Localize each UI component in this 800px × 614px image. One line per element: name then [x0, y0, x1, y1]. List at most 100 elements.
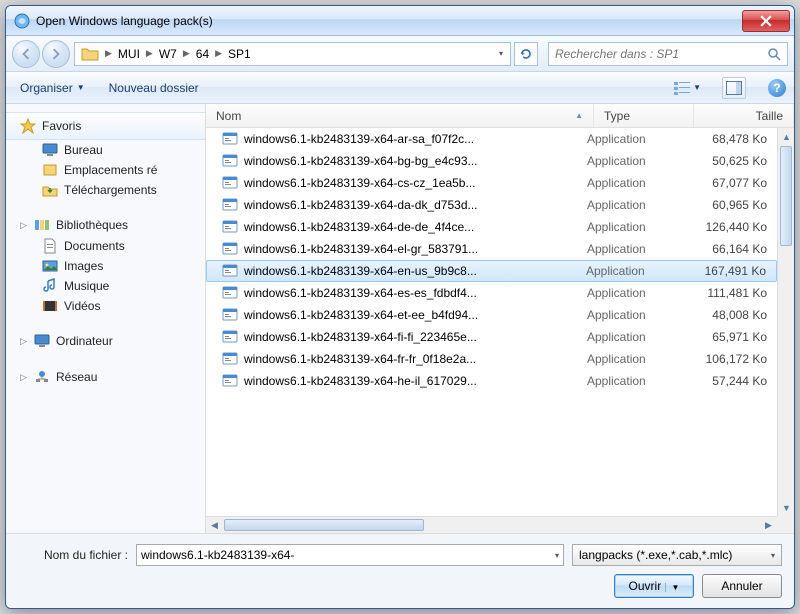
application-icon [222, 197, 238, 213]
file-type: Application [577, 220, 677, 234]
organize-button[interactable]: Organiser ▼ [14, 78, 91, 98]
application-icon [222, 351, 238, 367]
sidebar-item-documents[interactable]: Documents [6, 236, 205, 256]
file-name: windows6.1-kb2483139-x64-el-gr_583791... [244, 242, 577, 256]
search-input[interactable] [555, 47, 767, 61]
file-type: Application [577, 176, 677, 190]
address-bar[interactable]: ▶ MUI ▶ W7 ▶ 64 ▶ SP1 ▾ [74, 42, 511, 66]
scroll-up-arrow-icon[interactable]: ▲ [778, 128, 794, 145]
application-icon [222, 219, 238, 235]
file-name: windows6.1-kb2483139-x64-de-de_4f4ce... [244, 220, 577, 234]
refresh-button[interactable] [514, 42, 538, 66]
file-size: 60,965 Ko [677, 198, 777, 212]
file-name: windows6.1-kb2483139-x64-cs-cz_1ea5b... [244, 176, 577, 190]
chevron-down-icon[interactable]: ▾ [555, 551, 559, 560]
file-type: Application [577, 352, 677, 366]
scroll-left-arrow-icon[interactable]: ◀ [206, 517, 223, 533]
sidebar-group-favorites[interactable]: Favoris [6, 112, 205, 140]
sidebar-item-music[interactable]: Musique [6, 276, 205, 296]
sidebar-group-libraries[interactable]: ▷ Bibliothèques [6, 214, 205, 236]
file-type: Application [576, 264, 676, 278]
horizontal-scrollbar[interactable]: ◀ ▶ [206, 516, 777, 533]
libraries-icon [34, 217, 50, 233]
chevron-down-icon: ▾ [771, 551, 775, 560]
file-row[interactable]: windows6.1-kb2483139-x64-fr-fr_0f18e2a..… [206, 348, 777, 370]
sidebar-group-network[interactable]: ▷ Réseau [6, 366, 205, 388]
column-header-name[interactable]: Nom▲ [206, 104, 594, 127]
column-header-size[interactable]: Taille [694, 104, 794, 127]
forward-button[interactable] [42, 40, 70, 68]
file-row[interactable]: windows6.1-kb2483139-x64-cs-cz_1ea5b...A… [206, 172, 777, 194]
file-row[interactable]: windows6.1-kb2483139-x64-en-us_9b9c8...A… [206, 260, 777, 282]
folder-icon [81, 45, 99, 63]
collapse-triangle-icon: ▷ [20, 220, 28, 231]
organize-label: Organiser [20, 81, 73, 95]
file-type: Application [577, 330, 677, 344]
file-size: 111,481 Ko [677, 286, 777, 300]
new-folder-button[interactable]: Nouveau dossier [103, 78, 205, 98]
file-name: windows6.1-kb2483139-x64-es-es_fdbdf4... [244, 286, 577, 300]
file-name: windows6.1-kb2483139-x64-ar-sa_f07f2c... [244, 132, 577, 146]
nav-arrows [12, 40, 70, 68]
file-size: 48,008 Ko [677, 308, 777, 322]
column-header-type[interactable]: Type [594, 104, 694, 127]
recent-icon [42, 162, 58, 178]
cancel-button[interactable]: Annuler [702, 574, 782, 598]
column-headers: Nom▲ Type Taille [206, 104, 794, 128]
breadcrumb-segment[interactable]: W7 [155, 43, 181, 65]
file-row[interactable]: windows6.1-kb2483139-x64-ar-sa_f07f2c...… [206, 128, 777, 150]
filename-field[interactable]: ▾ [136, 544, 564, 566]
file-name: windows6.1-kb2483139-x64-da-dk_d753d... [244, 198, 577, 212]
documents-icon [42, 238, 58, 254]
sidebar-group-computer[interactable]: ▷ Ordinateur [6, 330, 205, 352]
search-box[interactable] [548, 42, 788, 66]
file-type: Application [577, 154, 677, 168]
scrollbar-thumb[interactable] [780, 146, 792, 246]
breadcrumb-segment[interactable]: SP1 [224, 43, 255, 65]
file-row[interactable]: windows6.1-kb2483139-x64-de-de_4f4ce...A… [206, 216, 777, 238]
file-size: 50,625 Ko [677, 154, 777, 168]
help-button[interactable]: ? [768, 79, 786, 97]
breadcrumb-segment[interactable]: 64 [192, 43, 213, 65]
filename-input[interactable] [141, 548, 555, 562]
chevron-right-icon: ▶ [103, 48, 114, 59]
scrollbar-thumb[interactable] [224, 519, 424, 531]
music-icon [42, 278, 58, 294]
file-size: 66,164 Ko [677, 242, 777, 256]
vertical-scrollbar[interactable]: ▲ ▼ [777, 128, 794, 516]
application-icon [222, 329, 238, 345]
file-row[interactable]: windows6.1-kb2483139-x64-he-il_617029...… [206, 370, 777, 392]
sidebar-item-videos[interactable]: Vidéos [6, 296, 205, 316]
view-mode-button[interactable]: ▼ [670, 77, 704, 99]
sidebar-item-recent[interactable]: Emplacements ré [6, 160, 205, 180]
toolbar: Organiser ▼ Nouveau dossier ▼ ? [6, 72, 794, 104]
chevron-right-icon: ▶ [181, 48, 192, 59]
new-folder-label: Nouveau dossier [109, 81, 199, 95]
file-row[interactable]: windows6.1-kb2483139-x64-el-gr_583791...… [206, 238, 777, 260]
sidebar-item-images[interactable]: Images [6, 256, 205, 276]
chevron-right-icon: ▶ [213, 48, 224, 59]
file-row[interactable]: windows6.1-kb2483139-x64-et-ee_b4fd94...… [206, 304, 777, 326]
file-name: windows6.1-kb2483139-x64-he-il_617029... [244, 374, 577, 388]
breadcrumb-segment[interactable]: MUI [114, 43, 144, 65]
back-button[interactable] [12, 40, 40, 68]
preview-pane-button[interactable] [722, 77, 746, 99]
file-row[interactable]: windows6.1-kb2483139-x64-es-es_fdbdf4...… [206, 282, 777, 304]
scroll-right-arrow-icon[interactable]: ▶ [760, 517, 777, 533]
sidebar-item-label: Téléchargements [64, 183, 157, 197]
sidebar-item-downloads[interactable]: Téléchargements [6, 180, 205, 200]
close-button[interactable] [742, 10, 790, 32]
sidebar-item-desktop[interactable]: Bureau [6, 140, 205, 160]
scroll-down-arrow-icon[interactable]: ▼ [778, 499, 794, 516]
address-dropdown[interactable]: ▾ [494, 49, 508, 58]
file-row[interactable]: windows6.1-kb2483139-x64-fi-fi_223465e..… [206, 326, 777, 348]
file-type-filter[interactable]: langpacks (*.exe,*.cab,*.mlc) ▾ [572, 544, 782, 566]
open-button[interactable]: Ouvrir ▼ [614, 574, 694, 598]
dialog-body: Favoris Bureau Emplacements ré Télécharg… [6, 104, 794, 533]
search-icon [767, 47, 781, 61]
sidebar-item-label: Documents [64, 239, 125, 253]
file-row[interactable]: windows6.1-kb2483139-x64-bg-bg_e4c93...A… [206, 150, 777, 172]
file-row[interactable]: windows6.1-kb2483139-x64-da-dk_d753d...A… [206, 194, 777, 216]
navigation-pane: Favoris Bureau Emplacements ré Télécharg… [6, 104, 206, 533]
file-size: 167,491 Ko [676, 264, 776, 278]
